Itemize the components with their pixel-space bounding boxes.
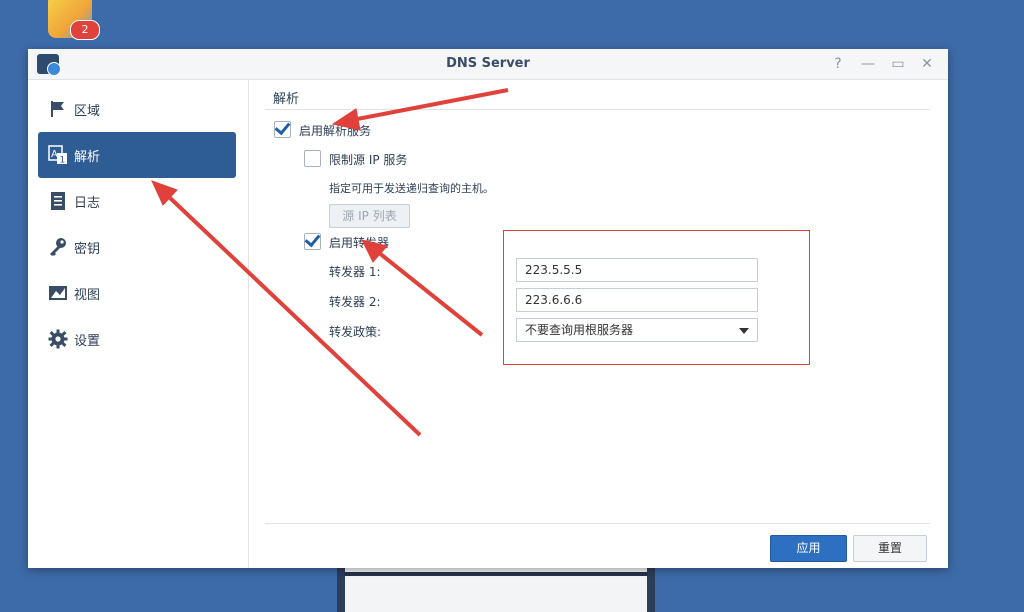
taskbar-dock [337,566,655,612]
close-icon[interactable]: ✕ [918,55,936,73]
minimize-icon[interactable]: — [859,55,877,73]
sidebar-item-label: 区域 [74,104,101,119]
window-title: DNS Server [446,56,530,71]
sidebar: 区域 A 1 解析 日志 密钥 视图 设置 [28,80,249,568]
footer-divider [265,523,930,524]
title-bar[interactable]: DNS Server ? — ▭ ✕ [28,49,948,80]
limit-hint-text: 指定可用于发送递归查询的主机。 [329,182,494,195]
sidebar-item-log[interactable]: 日志 [38,178,236,224]
source-ip-list-button[interactable]: 源 IP 列表 [329,204,410,228]
gear-icon [48,329,68,349]
dns-server-window: DNS Server ? — ▭ ✕ 区域 A 1 解析 日志 密钥 视图 设置… [28,49,948,568]
section-title: 解析 [273,92,300,107]
help-icon[interactable]: ? [829,55,847,73]
svg-text:1: 1 [60,156,66,166]
sidebar-item-key[interactable]: 密钥 [38,224,236,270]
view-icon [49,286,67,300]
highlight-box [503,230,810,365]
enable-resolution-checkbox[interactable] [274,121,291,138]
reset-button[interactable]: 重置 [853,535,927,562]
sidebar-item-label: 日志 [74,196,101,211]
apply-button[interactable]: 应用 [770,535,847,562]
log-icon [51,192,65,210]
limit-source-ip-label: 限制源 IP 服务 [329,153,408,167]
flag-icon [51,101,64,117]
sidebar-item-label: 解析 [74,150,101,165]
enable-resolution-label: 启用解析服务 [299,124,372,138]
sidebar-item-zone[interactable]: 区域 [38,86,236,132]
maximize-icon[interactable]: ▭ [889,55,907,73]
sidebar-item-label: 视图 [74,288,101,303]
sidebar-item-view[interactable]: 视图 [38,270,236,316]
sidebar-item-settings[interactable]: 设置 [38,316,236,362]
key-icon [50,238,66,256]
forwarder1-label: 转发器 1: [329,265,381,279]
forwarder2-label: 转发器 2: [329,295,381,309]
sidebar-item-label: 设置 [74,334,101,349]
enable-forwarders-checkbox[interactable] [304,233,321,250]
forward-policy-label: 转发政策: [329,325,382,339]
desktop-app-icon[interactable]: 2 [48,0,100,40]
enable-forwarders-label: 启用转发器 [329,236,390,250]
resolve-icon: A 1 [48,145,67,166]
limit-source-ip-checkbox[interactable] [304,150,321,167]
svg-text:A: A [51,149,58,160]
sidebar-item-label: 密钥 [74,242,101,257]
sidebar-item-resolution[interactable]: A 1 解析 [38,132,236,178]
divider [265,109,930,110]
notification-badge: 2 [70,20,100,40]
